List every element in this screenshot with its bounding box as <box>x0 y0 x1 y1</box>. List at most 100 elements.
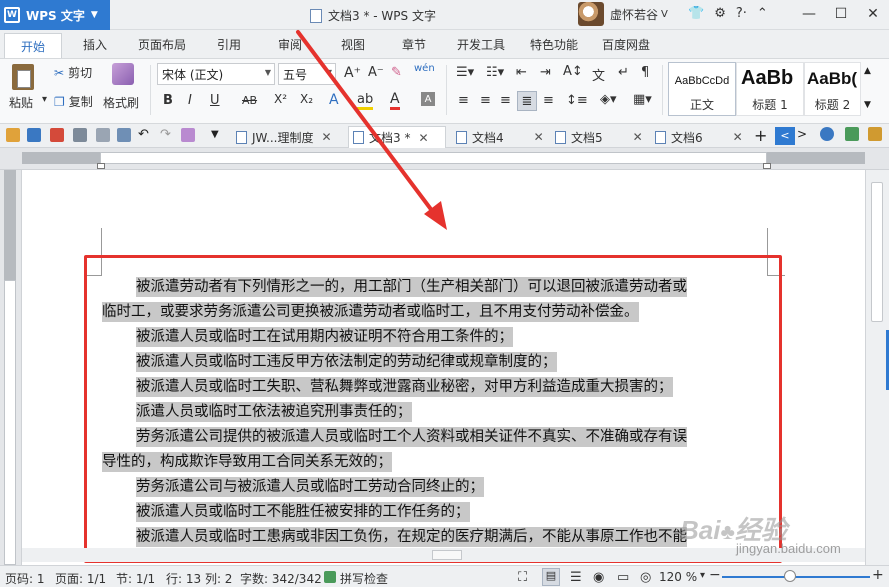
superscript-icon[interactable]: X² <box>274 92 287 106</box>
align-left-icon[interactable]: ≡ <box>458 93 469 108</box>
numbered-list-icon[interactable]: ☷▾ <box>486 65 504 80</box>
undo-icon[interactable]: ↶ <box>138 127 149 142</box>
phonetic-icon[interactable]: wén <box>414 63 435 74</box>
close-icon[interactable]: ✕ <box>733 130 743 144</box>
tab-review[interactable]: 审阅 <box>278 36 302 53</box>
export-pdf-icon[interactable] <box>50 128 64 142</box>
align-center-icon[interactable]: ≡ <box>480 93 491 108</box>
zoom-out-icon[interactable]: − <box>709 567 721 583</box>
outline-view-icon[interactable]: ☰ <box>570 570 582 585</box>
tab-scroll-left-icon[interactable]: < <box>775 127 795 145</box>
fullscreen-icon[interactable]: ⛶ <box>518 570 527 585</box>
copy-button[interactable]: ❐ 复制 <box>54 93 93 110</box>
close-icon[interactable]: ✕ <box>418 131 428 145</box>
help-icon[interactable]: ?· <box>736 6 747 21</box>
document-canvas[interactable]: 被派遣劳动者有下列情形之一的，用工部门（生产相关部门）可以退回被派遣劳动者或 临时… <box>22 170 865 565</box>
tab-baidu-netdisk[interactable]: 百度网盘 <box>602 36 650 53</box>
settings-icon[interactable]: ⚙ <box>714 6 726 21</box>
paragraph[interactable]: 被派遣人员或临时工失职、营私舞弊或泄露商业秘密，对甲方利益造成重大损害的； <box>102 375 767 400</box>
shading-icon[interactable]: ◈▾ <box>600 92 617 107</box>
new-tab-icon[interactable]: + <box>754 126 767 145</box>
borders-icon[interactable]: ▦▾ <box>633 92 652 107</box>
web-view-icon[interactable]: ◉ <box>593 570 604 585</box>
zoom-slider[interactable] <box>722 576 870 578</box>
paragraph-continuation[interactable]: 导性的，构成欺诈导致用工合同关系无效的； <box>102 450 767 475</box>
line-spacing-icon[interactable]: ↕≡ <box>566 93 588 108</box>
highlight-icon[interactable]: ab <box>357 92 374 110</box>
close-icon[interactable]: ✕ <box>633 130 643 144</box>
decrease-indent-icon[interactable]: ⇤ <box>516 65 527 80</box>
tab-chapter[interactable]: 章节 <box>402 36 426 53</box>
indent-marker-icon[interactable] <box>97 163 105 169</box>
doc-tab[interactable]: 文档6 ✕ <box>651 126 747 148</box>
paragraph[interactable]: 劳务派遣公司与被派遣人员或临时工劳动合同终止的； <box>102 475 767 500</box>
document-page[interactable]: 被派遣劳动者有下列情形之一的，用工部门（生产相关部门）可以退回被派遣劳动者或 临时… <box>22 170 865 565</box>
tab-special[interactable]: 特色功能 <box>530 36 578 53</box>
paragraph-mark-icon[interactable]: ¶ <box>641 65 649 80</box>
doc-tab[interactable]: JW...理制度 ✕ <box>232 126 344 148</box>
paragraph[interactable]: 派遣人员或临时工依法被追究刑事责任的； <box>102 400 767 425</box>
spell-check-icon[interactable] <box>117 128 131 142</box>
paragraph[interactable]: 被派遣人员或临时工违反甲方依法制定的劳动纪律或规章制度的； <box>102 350 767 375</box>
scrollbar-thumb[interactable] <box>871 182 883 322</box>
paragraph-continuation[interactable]: 临时工，或要求劳务派遣公司更换被派遣劳动者或临时工，且不用支付劳动补偿金。 <box>102 300 767 325</box>
doc-tab[interactable]: 文档4 ✕ <box>452 126 546 148</box>
italic-icon[interactable]: I <box>188 93 192 108</box>
maximize-button[interactable]: ☐ <box>825 0 857 28</box>
clear-format-icon[interactable]: ✎ <box>391 65 402 80</box>
page-view-icon[interactable]: ▤ <box>542 568 560 586</box>
status-word-count[interactable]: 字数: 342/342 <box>240 570 322 587</box>
sort-icon[interactable]: A↕ <box>563 64 583 79</box>
bold-icon[interactable]: B <box>163 93 173 108</box>
shrink-font-icon[interactable]: A⁻ <box>368 65 384 80</box>
tab-developer[interactable]: 开发工具 <box>457 36 505 53</box>
print-preview-icon[interactable] <box>96 128 110 142</box>
zoom-level[interactable]: 120 % <box>659 570 697 584</box>
font-color-icon[interactable]: A <box>390 91 400 110</box>
paste-button[interactable]: 粘贴 <box>9 94 33 111</box>
tab-view[interactable]: 视图 <box>341 36 365 53</box>
open-folder-icon[interactable] <box>6 128 20 142</box>
align-right-icon[interactable]: ≡ <box>500 93 511 108</box>
style-normal[interactable]: AaBbCcDd 正文 <box>668 62 736 116</box>
format-painter-icon[interactable] <box>112 63 134 85</box>
close-icon[interactable]: ✕ <box>321 130 331 144</box>
chevron-down-icon[interactable]: ▾ <box>42 94 47 105</box>
cut-button[interactable]: ✂ 剪切 <box>54 64 92 81</box>
paragraph[interactable]: 被派遣人员或临时工患病或非因工负伤，在规定的医疗期满后，不能从事原工作也不能 <box>102 525 767 550</box>
right-indent-marker-icon[interactable] <box>763 163 771 169</box>
print-icon[interactable] <box>73 128 87 142</box>
tab-references[interactable]: 引用 <box>217 36 241 53</box>
save-icon[interactable] <box>27 128 41 142</box>
doc-tab-active[interactable]: 文档3 * ✕ <box>348 126 446 148</box>
paste-icon[interactable] <box>12 64 34 90</box>
format-brush-icon[interactable] <box>181 128 195 142</box>
strikethrough-icon[interactable]: AB <box>242 94 257 107</box>
increase-indent-icon[interactable]: ⇥ <box>540 65 551 80</box>
scrollbar-thumb[interactable] <box>432 550 462 560</box>
status-spell-check[interactable]: 拼写检查 <box>340 570 388 587</box>
user-account[interactable]: 虚怀若谷 V <box>578 2 668 26</box>
font-size-select[interactable]: 五号 ▼ <box>278 63 336 85</box>
bullet-list-icon[interactable]: ☰▾ <box>456 65 474 80</box>
app-menu-button[interactable]: W WPS 文字 ▼ <box>0 0 110 30</box>
reading-view-icon[interactable]: ▭ <box>617 570 629 585</box>
paragraph[interactable]: 劳务派遣公司提供的被派遣人员或临时工个人资料或相关证件不真实、不准确或存有误 <box>102 425 767 450</box>
text-effect-icon[interactable]: A <box>329 92 339 108</box>
tab-home[interactable]: 开始 <box>4 33 62 58</box>
zoom-dropdown-icon[interactable]: ▾ <box>700 570 705 581</box>
scroll-down-icon[interactable]: ▼ <box>864 100 871 110</box>
close-button[interactable]: ✕ <box>857 0 889 28</box>
paragraph[interactable]: 被派遣人员或临时工不能胜任被安排的工作任务的； <box>102 500 767 525</box>
distribute-icon[interactable]: ≡ <box>543 93 554 108</box>
char-shading-icon[interactable]: A <box>421 92 435 106</box>
paragraph[interactable]: 被派遣劳动者有下列情形之一的，用工部门（生产相关部门）可以退回被派遣劳动者或 <box>102 275 767 300</box>
justify-icon[interactable]: ≣ <box>517 91 537 111</box>
redo-icon[interactable]: ↷ <box>160 127 171 142</box>
paragraph[interactable]: 被派遣人员或临时工在试用期内被证明不符合用工条件的； <box>102 325 767 350</box>
format-painter-button[interactable]: 格式刷 <box>103 94 139 111</box>
vertical-scrollbar[interactable] <box>865 170 889 565</box>
customize-toolbar-icon[interactable]: ▼ <box>211 129 219 140</box>
plugin-icon[interactable] <box>868 127 882 141</box>
doc-tab[interactable]: 文档5 ✕ <box>551 126 645 148</box>
